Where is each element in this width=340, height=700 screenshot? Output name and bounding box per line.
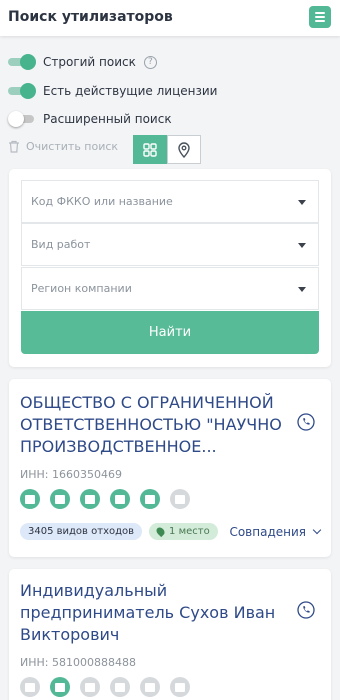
page-title: Поиск утилизаторов bbox=[8, 9, 173, 25]
extended-search-toggle[interactable] bbox=[8, 111, 36, 127]
grid-icon bbox=[143, 142, 157, 157]
place-label: 1 место bbox=[169, 526, 210, 537]
find-button[interactable]: Найти bbox=[21, 311, 319, 354]
category-icons bbox=[20, 489, 200, 509]
hamburger-icon[interactable] bbox=[309, 6, 331, 28]
map-view-button[interactable] bbox=[167, 135, 201, 164]
inn-label: ИНН: 1660350469 bbox=[20, 468, 122, 481]
clear-search-label: Очистить поиск bbox=[26, 140, 119, 153]
trash-icon bbox=[9, 140, 19, 153]
recycling-icon bbox=[140, 677, 160, 697]
top-bar: Поиск утилизаторов bbox=[0, 0, 340, 36]
collection-icon bbox=[20, 677, 40, 697]
region-placeholder: Регион компании bbox=[31, 282, 132, 295]
phone-icon[interactable] bbox=[297, 413, 315, 431]
help-icon[interactable]: ? bbox=[143, 55, 157, 69]
map-pin-icon bbox=[178, 141, 190, 158]
view-switcher bbox=[133, 135, 201, 164]
search-form: Код ФККО или название Вид работ Регион к… bbox=[9, 169, 331, 367]
clear-search-button[interactable]: Очистить поиск bbox=[8, 140, 118, 153]
transport-icon bbox=[50, 677, 70, 697]
caret-down-icon bbox=[298, 287, 306, 292]
disposal-icon bbox=[80, 489, 100, 509]
chevron-down-icon bbox=[312, 525, 322, 534]
waste-types-badge: 3405 видов отходов bbox=[20, 523, 143, 540]
result-badges: 3405 видов отходов 1 место Совпадения bbox=[20, 523, 322, 540]
location-pin-icon bbox=[154, 525, 167, 538]
licenses-label: Есть действущие лицензии bbox=[43, 84, 218, 98]
recycling-icon bbox=[140, 489, 160, 509]
placement-icon bbox=[170, 677, 190, 697]
work-type-placeholder: Вид работ bbox=[31, 238, 91, 251]
matches-label: Совпадения bbox=[229, 524, 306, 539]
strict-search-label: Строгий поиск bbox=[43, 55, 136, 69]
company-name[interactable]: ОБЩЕСТВО С ОГРАНИЧЕННОЙ ОТВЕТСТВЕННОСТЬЮ… bbox=[20, 392, 282, 458]
matches-toggle[interactable]: Совпадения bbox=[229, 524, 322, 539]
result-card[interactable]: Индивидуальный предприниматель Сухов Ива… bbox=[9, 569, 331, 700]
licenses-toggle[interactable] bbox=[8, 83, 36, 99]
strict-search-row: Строгий поиск ? bbox=[8, 53, 157, 71]
fkko-placeholder: Код ФККО или название bbox=[31, 195, 173, 208]
processing-icon bbox=[110, 489, 130, 509]
extended-search-row: Расширенный поиск bbox=[8, 110, 172, 128]
result-card[interactable]: ОБЩЕСТВО С ОГРАНИЧЕННОЙ ОТВЕТСТВЕННОСТЬЮ… bbox=[9, 379, 331, 557]
work-type-select[interactable]: Вид работ bbox=[21, 223, 319, 266]
region-select[interactable]: Регион компании bbox=[21, 267, 319, 310]
extended-search-label: Расширенный поиск bbox=[43, 112, 172, 126]
inn-label: ИНН: 581000888488 bbox=[20, 656, 136, 669]
processing-icon bbox=[110, 677, 130, 697]
caret-down-icon bbox=[298, 243, 306, 248]
phone-icon[interactable] bbox=[297, 601, 315, 619]
place-badge: 1 место bbox=[149, 523, 218, 540]
fkko-select[interactable]: Код ФККО или название bbox=[21, 180, 319, 223]
disposal-icon bbox=[80, 677, 100, 697]
company-name[interactable]: Индивидуальный предприниматель Сухов Ива… bbox=[20, 580, 282, 646]
caret-down-icon bbox=[298, 200, 306, 205]
transport-icon bbox=[50, 489, 70, 509]
placement-icon bbox=[170, 489, 190, 509]
grid-view-button[interactable] bbox=[133, 135, 167, 164]
strict-search-toggle[interactable] bbox=[8, 54, 36, 70]
collection-icon bbox=[20, 489, 40, 509]
licenses-row: Есть действущие лицензии bbox=[8, 82, 217, 100]
category-icons bbox=[20, 677, 200, 697]
